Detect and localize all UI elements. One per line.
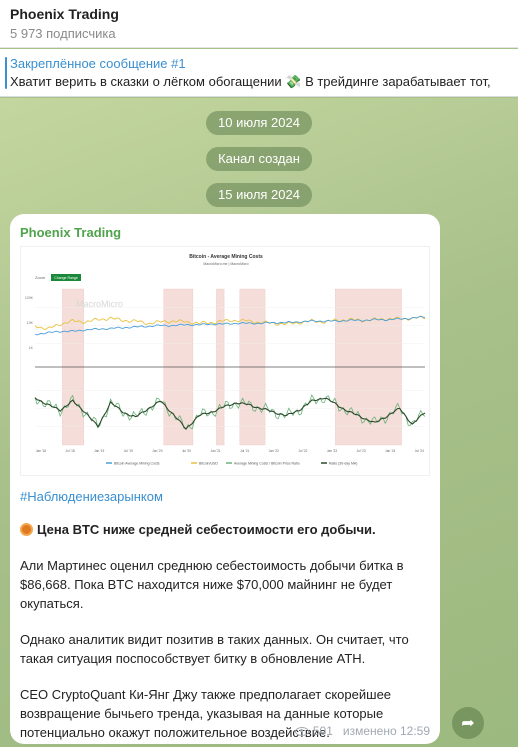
pinned-text: Хватит верить в сказки о лёгком обогащен…: [10, 74, 491, 89]
x-tick-label: Jan '18: [36, 449, 46, 453]
chart-image[interactable]: Bitcoin - Average Mining Costs MacroMicr…: [20, 246, 430, 476]
x-tick-label: Jul '24: [415, 449, 424, 453]
x-tick-label: Jan '20: [152, 449, 162, 453]
x-tick-label: Jan '21: [211, 449, 221, 453]
subscriber-count: 5 973 подписчика: [10, 26, 116, 41]
view-count: 501: [312, 724, 333, 738]
text-line: Однако аналитик видит позитив в таких да…: [20, 632, 409, 647]
message-meta: 501 изменено 12:59: [294, 724, 430, 738]
y-tick-label: 1K: [29, 346, 34, 350]
headline-text: Цена BTC ниже средней себестоимости его …: [37, 522, 376, 537]
message-author[interactable]: Phoenix Trading: [20, 224, 430, 242]
legend-label: Ratio (30-day MA): [329, 462, 357, 466]
x-tick-label: Jan '19: [94, 449, 104, 453]
hashtag-link[interactable]: #Наблюдениезарынком: [20, 488, 430, 506]
text-line: такая ситуация поспособствует битку в об…: [20, 651, 366, 666]
text-line: окупаться.: [20, 596, 84, 611]
x-tick-label: Jul '18: [66, 449, 75, 453]
x-tick-label: Jul '20: [182, 449, 191, 453]
x-tick-label: Jan '23: [327, 449, 337, 453]
y-tick-label: 10K: [27, 321, 34, 325]
x-tick-label: Jul '22: [298, 449, 307, 453]
text-line: Али Мартинес оценил среднюю себестоимост…: [20, 558, 404, 573]
legend-label: Bitcoin Average Mining Costs: [114, 462, 160, 466]
message-bubble[interactable]: Phoenix Trading Bitcoin - Average Mining…: [10, 214, 440, 744]
eye-icon: [294, 726, 309, 736]
message-headline: Цена BTC ниже средней себестоимости его …: [20, 520, 430, 539]
x-tick-label: Jan '22: [269, 449, 279, 453]
forward-arrow-icon: ➦: [461, 715, 475, 732]
edited-time: изменено 12:59: [342, 724, 430, 738]
chart-subtitle: MacroMicro.me | MacroMicro: [203, 262, 248, 266]
x-tick-label: Jul '19: [124, 449, 133, 453]
x-tick-label: Jan '24: [385, 449, 395, 453]
paragraph-2: Однако аналитик видит позитив в таких да…: [20, 630, 430, 668]
legend-label: Bitcoin/USD: [199, 462, 218, 466]
watermark: MacroMicro: [76, 299, 123, 309]
x-tick-label: Jul '21: [240, 449, 249, 453]
paragraph-1: Али Мартинес оценил среднюю себестоимост…: [20, 556, 430, 613]
x-tick-label: Jul '23: [357, 449, 366, 453]
date-pill: 10 июля 2024: [206, 111, 312, 135]
text-line: $86,668. Пока BTC находится ниже $70,000…: [20, 577, 393, 592]
service-message: Канал создан: [206, 147, 312, 171]
zoom-label: Zoom: [35, 275, 46, 280]
date-pill: 15 июля 2024: [206, 183, 312, 207]
forward-button[interactable]: ➦: [452, 707, 484, 739]
mining-cost-chart: Bitcoin - Average Mining Costs MacroMicr…: [25, 254, 426, 466]
y-tick-label: 100K: [25, 296, 34, 300]
legend-label: Average Mining Costs / Bitcoin Price Rat…: [234, 462, 300, 466]
text-line: возвращение бычьего тренда, указывая на …: [20, 706, 384, 721]
pinned-indicator: [5, 57, 7, 89]
text-line: CEO CryptoQuant Ки-Янг Джу также предпол…: [20, 687, 392, 702]
pinned-title: Закреплённое сообщение #1: [10, 56, 186, 71]
chart-title: Bitcoin - Average Mining Costs: [189, 254, 263, 260]
orange-circle-icon: [20, 523, 33, 536]
channel-title: Phoenix Trading: [10, 6, 119, 22]
pinned-message[interactable]: Закреплённое сообщение #1 Хватит верить …: [0, 49, 518, 97]
change-range-label: Change Range: [54, 276, 78, 280]
channel-header[interactable]: Phoenix Trading 5 973 подписчика: [0, 0, 518, 48]
